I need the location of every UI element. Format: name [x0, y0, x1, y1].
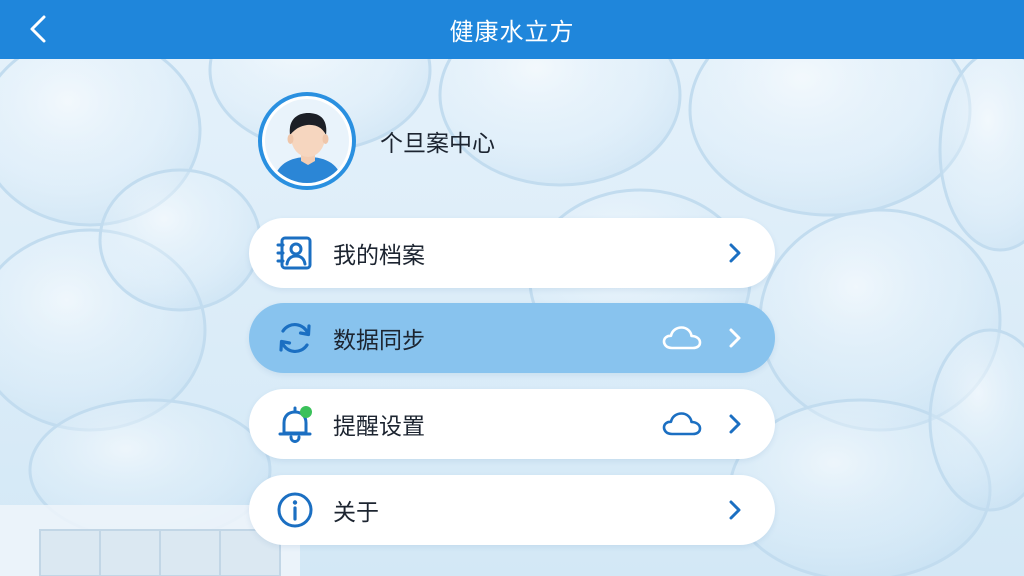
sync-icon	[275, 318, 315, 358]
chevron-right-icon	[725, 412, 745, 436]
menu-item-label: 我的档案	[333, 243, 425, 269]
menu-item-label: 提醒设置	[333, 414, 425, 440]
app-header: 健康水立方	[0, 0, 1024, 59]
menu-item-about[interactable]: 关于	[249, 475, 775, 545]
profile-name: 个旦案中心	[380, 131, 495, 157]
cloud-icon	[661, 323, 703, 353]
profile-section[interactable]: 个旦案中心	[258, 92, 495, 190]
cloud-icon	[661, 409, 703, 439]
menu-item-label: 关于	[333, 500, 379, 526]
menu-item-data-sync[interactable]: 数据同步	[249, 303, 775, 373]
profile-card-icon	[275, 233, 315, 273]
chevron-left-icon	[30, 15, 46, 43]
menu-item-my-profile[interactable]: 我的档案	[249, 218, 775, 288]
notification-dot	[300, 406, 312, 418]
avatar[interactable]	[258, 92, 356, 190]
back-button[interactable]	[22, 12, 54, 46]
menu-item-reminder-settings[interactable]: 提醒设置	[249, 389, 775, 459]
info-icon	[275, 490, 315, 530]
bell-icon	[275, 404, 315, 444]
chevron-right-icon	[725, 498, 745, 522]
chevron-right-icon	[725, 241, 745, 265]
page-title: 健康水立方	[449, 18, 575, 46]
user-avatar-icon	[265, 99, 349, 183]
chevron-right-icon	[725, 326, 745, 350]
menu-item-label: 数据同步	[333, 328, 425, 354]
